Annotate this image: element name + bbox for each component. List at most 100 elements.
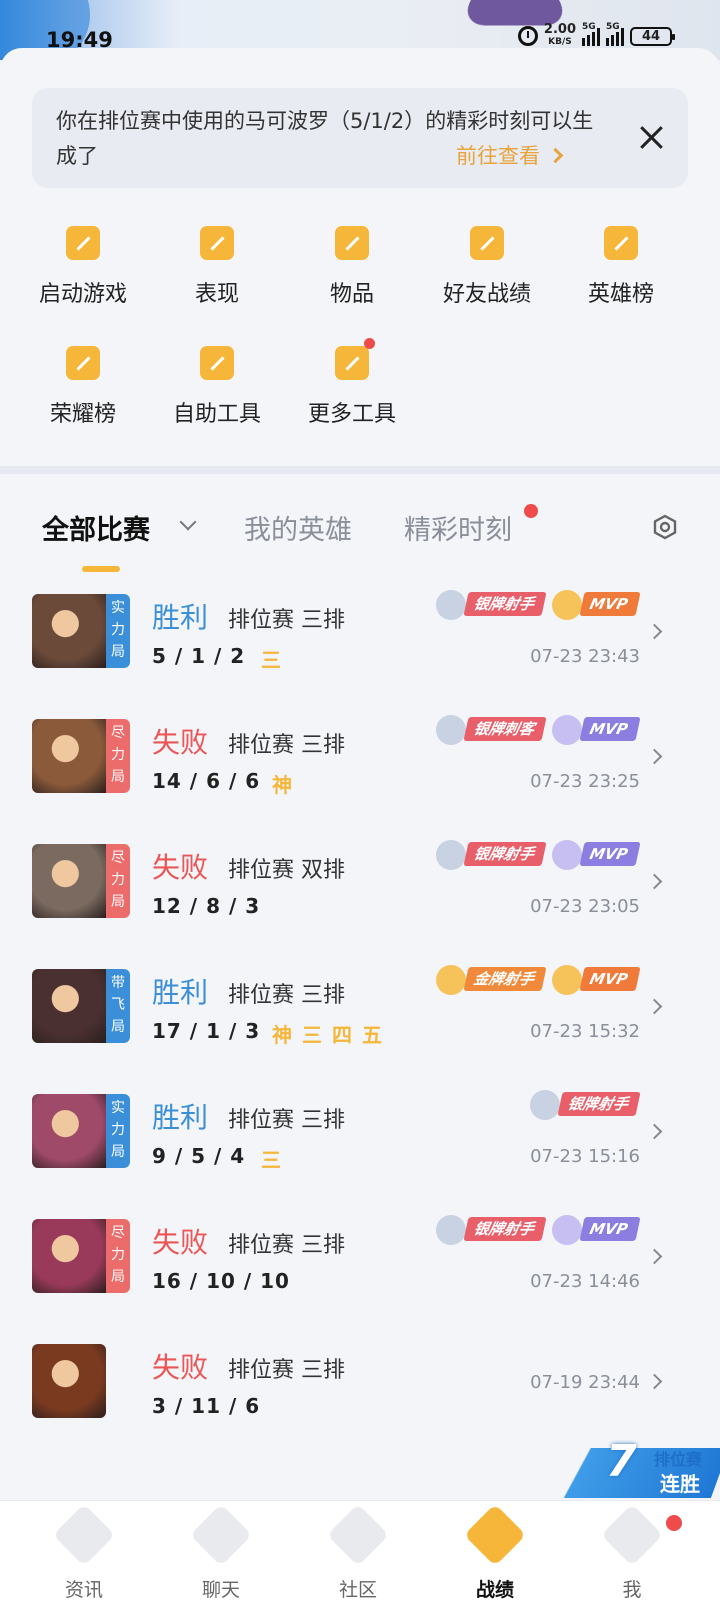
chat-icon bbox=[189, 1503, 253, 1567]
multikill-tags: 神 bbox=[272, 773, 302, 797]
mvp-badge: MVP bbox=[552, 965, 641, 995]
nav-label: 社区 bbox=[338, 1579, 377, 1601]
match-kda: 5 / 1 / 2 bbox=[152, 644, 246, 668]
news-icon bbox=[52, 1503, 116, 1567]
tool-more-tools-grid[interactable]: 更多工具 bbox=[283, 338, 421, 454]
medal-icon bbox=[552, 590, 583, 620]
tool-label: 更多工具 bbox=[307, 402, 396, 427]
hero-avatar: 尽 力 局 bbox=[32, 844, 130, 918]
hero-avatar: 带 飞 局 bbox=[32, 969, 130, 1043]
notification-dot bbox=[524, 504, 538, 518]
tab-my-heroes[interactable]: 我的英雄 bbox=[244, 508, 352, 547]
settings-hexagon-icon[interactable] bbox=[652, 514, 678, 540]
mvp-badge: MVP bbox=[552, 590, 641, 620]
nav-battle-record[interactable]: 战绩 bbox=[423, 1501, 567, 1608]
notice-view-link[interactable]: 前往查看 bbox=[456, 140, 564, 170]
hero-portrait bbox=[32, 844, 106, 918]
tab-highlights[interactable]: 精彩时刻 bbox=[404, 508, 512, 547]
performance-tag: 尽 力 局 bbox=[106, 844, 130, 918]
tool-toolbox[interactable]: 自助工具 bbox=[148, 344, 286, 454]
multikill-tags: 三 bbox=[261, 648, 291, 672]
win-streak-banner[interactable]: 7 排位赛 连胜 bbox=[558, 1436, 720, 1502]
match-row[interactable]: 实 力 局胜利 排位赛 三排 5 / 1 / 2 三 银牌射手 MVP 07-23 23:4… bbox=[0, 586, 720, 710]
medal-badge: 银牌射手 bbox=[436, 1215, 548, 1245]
match-time: 07-23 14:46 bbox=[530, 1271, 640, 1292]
nav-label: 战绩 bbox=[475, 1579, 514, 1601]
tool-performance-chart[interactable]: 表现 bbox=[148, 224, 286, 334]
match-time: 07-23 23:43 bbox=[530, 646, 640, 667]
nav-chat[interactable]: 聊天 bbox=[149, 1501, 293, 1608]
performance-tag: 尽 力 局 bbox=[106, 719, 130, 793]
medal-badge: 银牌射手 bbox=[529, 1090, 641, 1120]
nav-community[interactable]: 社区 bbox=[286, 1501, 430, 1608]
honor-badges: 银牌刺客 MVP bbox=[436, 715, 641, 745]
medal-icon bbox=[529, 1090, 560, 1120]
tool-hero-rank-medal[interactable]: 英雄榜 bbox=[552, 224, 690, 334]
hero-portrait bbox=[32, 719, 106, 793]
tool-glory-rank[interactable]: 荣耀榜 bbox=[14, 344, 152, 454]
nav-label: 聊天 bbox=[201, 1579, 240, 1601]
match-row[interactable]: 尽 力 局失败 排位赛 三排 16 / 10 / 10 银牌射手 MVP 07-23 14… bbox=[0, 1211, 720, 1335]
medal-icon bbox=[436, 590, 467, 620]
match-kda: 9 / 5 / 4 bbox=[152, 1144, 246, 1168]
match-row[interactable]: 实 力 局胜利 排位赛 三排 9 / 5 / 4 三 银牌射手 07-23 15:16 bbox=[0, 1086, 720, 1210]
medal-icon bbox=[436, 1215, 467, 1245]
multikill-tags: 三 bbox=[261, 1148, 291, 1172]
chevron-right-icon bbox=[547, 147, 564, 163]
chevron-down-icon[interactable] bbox=[179, 513, 197, 531]
match-result: 失败 bbox=[152, 1351, 209, 1384]
medal-icon bbox=[436, 965, 467, 995]
match-row[interactable]: 尽 力 局失败 排位赛 三排 14 / 6 / 6 神 银牌刺客 MVP 07-23 23:… bbox=[0, 711, 720, 835]
close-icon[interactable] bbox=[638, 124, 664, 150]
hero-portrait bbox=[32, 1344, 106, 1418]
match-kda: 12 / 8 / 3 bbox=[152, 894, 261, 918]
nav-label: 资讯 bbox=[64, 1579, 103, 1601]
match-row[interactable]: 尽 力 局失败 排位赛 双排 12 / 8 / 3 银牌射手 MVP 07-23 23:0… bbox=[0, 836, 720, 960]
tool-gamepad[interactable]: 启动游戏 bbox=[14, 224, 152, 334]
honor-badges: 银牌射手 MVP bbox=[436, 1215, 641, 1245]
network-speed: 2.00 KB/S bbox=[543, 22, 576, 47]
status-icons: 2.00 KB/S 5G 5G 44 bbox=[517, 22, 675, 48]
streak-label-2: 连胜 bbox=[660, 1472, 700, 1496]
medal-badge: 银牌射手 bbox=[436, 840, 548, 870]
nav-news[interactable]: 资讯 bbox=[12, 1501, 156, 1608]
match-mode: 排位赛 三排 bbox=[228, 733, 345, 758]
match-result: 胜利 bbox=[152, 1101, 209, 1134]
match-mode: 排位赛 双排 bbox=[228, 858, 345, 883]
match-result: 失败 bbox=[152, 726, 209, 759]
tool-label: 表现 bbox=[194, 282, 239, 307]
nav-profile[interactable]: 我 bbox=[560, 1501, 704, 1608]
match-row[interactable]: 带 飞 局胜利 排位赛 三排 17 / 1 / 3 神三四五 金牌射手 MVP 07-23 … bbox=[0, 961, 720, 1085]
notification-dot bbox=[364, 338, 375, 349]
hero-portrait bbox=[32, 594, 106, 668]
performance-tag: 实 力 局 bbox=[106, 594, 130, 668]
match-mode: 排位赛 三排 bbox=[228, 608, 345, 633]
profile-icon bbox=[600, 1503, 664, 1567]
highlight-notice: 你在排位赛中使用的马可波罗（5/1/2）的精彩时刻可以生成了 前往查看 bbox=[32, 88, 688, 188]
match-time: 07-23 23:05 bbox=[530, 896, 640, 917]
multikill-tags: 神三四五 bbox=[272, 1023, 392, 1047]
streak-label: 排位赛 bbox=[654, 1450, 703, 1469]
tab-all-matches[interactable]: 全部比赛 bbox=[42, 508, 150, 547]
match-mode: 排位赛 三排 bbox=[228, 1358, 345, 1383]
items-icon bbox=[333, 224, 371, 262]
performance-tag: 带 飞 局 bbox=[106, 969, 130, 1043]
tool-label: 自助工具 bbox=[172, 402, 261, 427]
tool-label: 英雄榜 bbox=[587, 282, 654, 307]
chevron-right-icon bbox=[646, 1123, 663, 1140]
hero-avatar: 尽 力 局 bbox=[32, 719, 130, 793]
hero-avatar: 实 力 局 bbox=[32, 1094, 130, 1168]
tool-friend-record[interactable]: 好友战绩 bbox=[418, 224, 556, 334]
medal-icon bbox=[552, 840, 583, 870]
chevron-right-icon bbox=[646, 623, 663, 640]
tool-items[interactable]: 物品 bbox=[283, 224, 421, 334]
medal-badge: 银牌射手 bbox=[436, 590, 548, 620]
battery-icon: 44 bbox=[630, 26, 675, 46]
section-divider bbox=[0, 466, 720, 474]
match-time: 07-19 23:44 bbox=[530, 1372, 640, 1393]
hero-portrait bbox=[32, 1219, 106, 1293]
chevron-right-icon bbox=[646, 1373, 663, 1390]
battle-record-icon bbox=[463, 1503, 527, 1567]
alarm-icon bbox=[517, 26, 538, 46]
chevron-right-icon bbox=[646, 998, 663, 1015]
